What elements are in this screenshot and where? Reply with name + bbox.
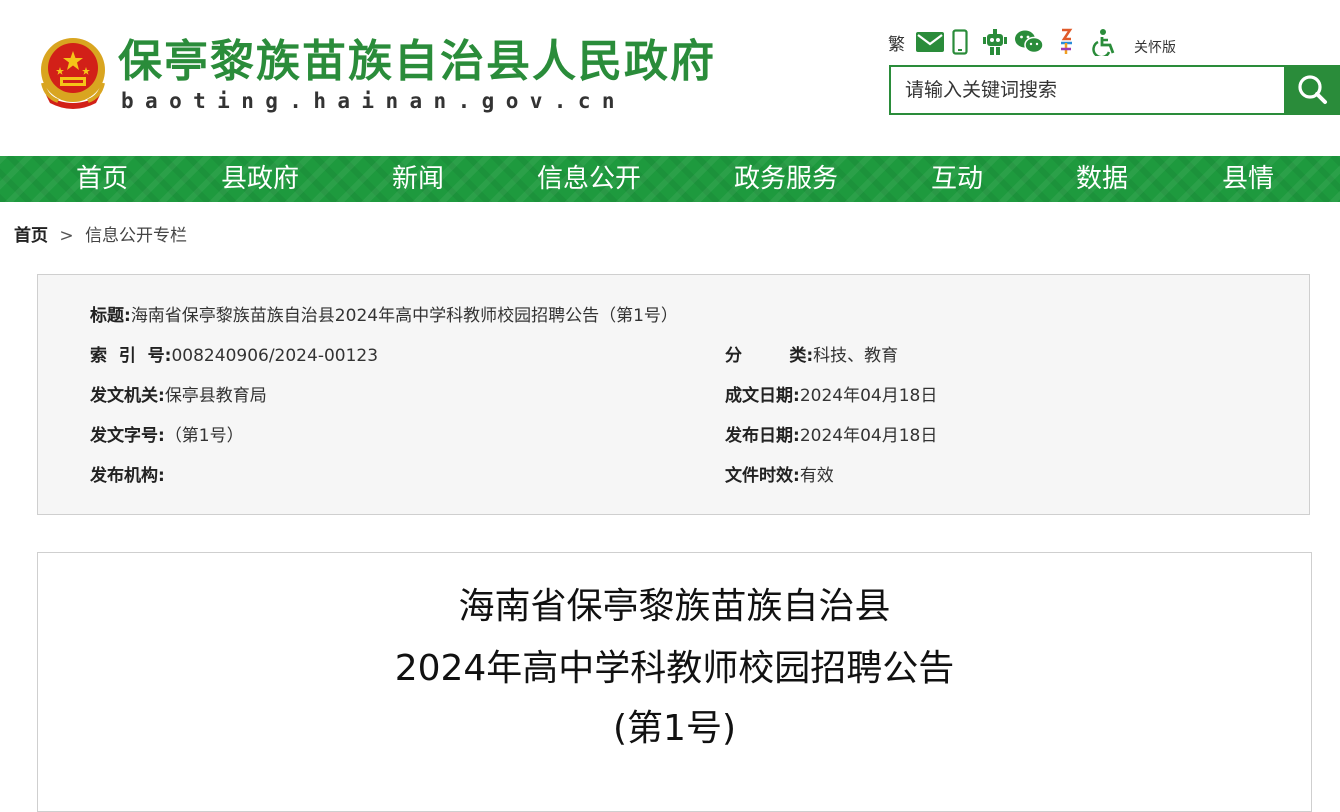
mobile-icon[interactable]: [952, 29, 968, 55]
meta-created-value: 2024年04月18日: [799, 386, 938, 406]
site-domain: baoting.hainan.gov.cn: [121, 89, 626, 113]
article-body: 海南省保亭黎族苗族自治县 2024年高中学科教师校园招聘公告 (第1号): [37, 552, 1312, 812]
search-input[interactable]: [889, 65, 1300, 115]
nav-item-government[interactable]: 县政府: [221, 156, 299, 202]
meta-docno-value: （第1号）: [164, 426, 244, 446]
meta-docno-label: 发文字号:: [90, 426, 165, 446]
site-header: 保亭黎族苗族自治县人民政府 baoting.hainan.gov.cn 繁 关怀…: [0, 0, 1340, 156]
meta-publisher-row: 发布机构:: [90, 464, 165, 488]
meta-issuer-row: 发文机关:保亭县教育局: [90, 384, 267, 408]
meta-category-row: 分 类:科技、教育: [725, 344, 898, 368]
robot-icon[interactable]: [982, 28, 1008, 56]
meta-index-value: 008240906/2024-00123: [171, 346, 379, 366]
document-meta-box: 标题:海南省保亭黎族苗族自治县2024年高中学科教师校园招聘公告（第1号） 索 …: [37, 274, 1310, 515]
main-nav: 首页 县政府 新闻 信息公开 政务服务 互动 数据 县情: [0, 156, 1340, 202]
search-box: [889, 65, 1340, 115]
breadcrumb: 首页 > 信息公开专栏: [14, 224, 187, 248]
accessibility-icon[interactable]: [1091, 28, 1119, 56]
meta-created-label: 成文日期:: [725, 386, 800, 406]
meta-issuer-label: 发文机关:: [90, 386, 165, 406]
meta-category-value: 科技、教育: [813, 346, 899, 366]
meta-category-label: 分 类:: [725, 346, 814, 366]
article-title-line-3: (第1号): [613, 708, 736, 749]
nav-item-info-disclosure[interactable]: 信息公开: [537, 156, 641, 202]
breadcrumb-separator: >: [59, 226, 74, 246]
search-button[interactable]: [1284, 65, 1340, 115]
meta-publisher-label: 发布机构:: [90, 466, 165, 486]
traditional-chinese-link[interactable]: 繁: [888, 30, 905, 55]
national-emblem-icon: [41, 38, 105, 109]
mail-icon[interactable]: [916, 32, 944, 52]
meta-created-row: 成文日期:2024年04月18日: [725, 384, 937, 408]
search-icon: [1298, 75, 1327, 104]
meta-issuer-value: 保亭县教育局: [164, 386, 267, 406]
meta-published-value: 2024年04月18日: [799, 426, 938, 446]
nav-item-services[interactable]: 政务服务: [734, 156, 838, 202]
meta-index-row: 索 引 号:008240906/2024-00123: [90, 344, 378, 368]
breadcrumb-current-link[interactable]: 信息公开专栏: [85, 226, 187, 246]
nav-item-home[interactable]: 首页: [76, 156, 128, 202]
meta-index-label: 索 引 号:: [90, 346, 172, 366]
meta-published-row: 发布日期:2024年04月18日: [725, 424, 937, 448]
meta-validity-value: 有效: [799, 466, 834, 486]
meta-title-value: 海南省保亭黎族苗族自治县2024年高中学科教师校园招聘公告（第1号）: [130, 306, 678, 326]
care-mode-link[interactable]: 关怀版: [1134, 37, 1176, 57]
wechat-icon[interactable]: [1014, 29, 1044, 55]
meta-published-label: 发布日期:: [725, 426, 800, 446]
article-title-line-2: 2024年高中学科教师校园招聘公告: [394, 648, 955, 689]
breadcrumb-home-link[interactable]: 首页: [14, 226, 48, 246]
nav-item-news[interactable]: 新闻: [392, 156, 444, 202]
article-title-line-1: 海南省保亭黎族苗族自治县: [458, 586, 891, 627]
nav-item-county-info[interactable]: 县情: [1222, 156, 1274, 202]
site-title: 保亭黎族苗族自治县人民政府: [118, 36, 716, 87]
nav-item-interaction[interactable]: 互动: [931, 156, 983, 202]
nav-item-data[interactable]: 数据: [1076, 156, 1128, 202]
app-icon[interactable]: [1058, 27, 1076, 57]
meta-title-row: 标题:海南省保亭黎族苗族自治县2024年高中学科教师校园招聘公告（第1号）: [90, 304, 678, 328]
meta-validity-label: 文件时效:: [725, 466, 800, 486]
meta-docno-row: 发文字号:（第1号）: [90, 424, 244, 448]
meta-validity-row: 文件时效:有效: [725, 464, 834, 488]
meta-title-label: 标题:: [90, 306, 131, 326]
